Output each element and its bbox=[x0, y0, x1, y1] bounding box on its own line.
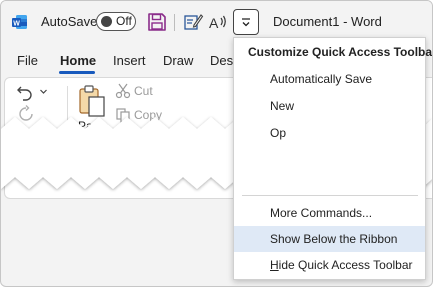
word-window: W AutoSave Off A Document1 - Word File H… bbox=[0, 0, 433, 287]
tab-insert[interactable]: Insert bbox=[113, 53, 146, 68]
autosave-toggle[interactable]: Off bbox=[96, 12, 136, 31]
menu-item-accelerator: H bbox=[270, 258, 279, 272]
tab-home[interactable]: Home bbox=[60, 53, 96, 68]
autosave-label: AutoSave bbox=[41, 14, 98, 29]
menu-item-open[interactable]: Op bbox=[234, 120, 425, 146]
toolbar-separator bbox=[174, 14, 175, 31]
menu-item-show-below-ribbon[interactable]: Show Below the Ribbon bbox=[234, 226, 425, 252]
edit-icon[interactable] bbox=[182, 11, 204, 33]
menu-item-label: Hide Quick Access Toolbar bbox=[270, 258, 413, 272]
autosave-state: Off bbox=[116, 14, 132, 28]
menu-item-label: Automatically Save bbox=[270, 72, 373, 86]
menu-item-label: More Commands... bbox=[270, 206, 373, 220]
document-title: Document1 - Word bbox=[273, 14, 382, 29]
toggle-knob bbox=[101, 16, 112, 27]
menu-item-label: New bbox=[270, 99, 295, 113]
undo-dropdown-chevron-icon[interactable] bbox=[39, 87, 48, 96]
customize-qat-menu: Customize Quick Access Toolbar Automatic… bbox=[233, 37, 432, 280]
svg-text:A: A bbox=[209, 15, 219, 31]
undo-icon[interactable] bbox=[16, 83, 34, 101]
customize-chevron-icon bbox=[242, 18, 250, 27]
menu-header: Customize Quick Access Toolbar bbox=[248, 45, 433, 59]
svg-text:W: W bbox=[13, 20, 20, 27]
menu-item-label: Show Below the Ribbon bbox=[270, 232, 398, 246]
word-logo-icon: W bbox=[12, 15, 27, 29]
tab-file[interactable]: File bbox=[17, 53, 38, 68]
active-tab-indicator bbox=[59, 71, 95, 74]
menu-item-more-commands[interactable]: More Commands... bbox=[234, 200, 425, 226]
menu-item-new[interactable]: New bbox=[234, 93, 425, 119]
menu-item-label-rest: ide Quick Access Toolbar bbox=[278, 258, 413, 272]
menu-item-label: Op bbox=[270, 126, 287, 140]
cut-label: Cut bbox=[134, 84, 153, 98]
save-icon[interactable] bbox=[146, 11, 168, 33]
read-aloud-icon[interactable]: A bbox=[207, 11, 229, 33]
menu-divider bbox=[242, 195, 418, 196]
menu-item-hide-qat[interactable]: Hide Quick Access Toolbar bbox=[234, 252, 425, 278]
menu-item-automatically-save[interactable]: Automatically Save bbox=[234, 66, 425, 92]
cut-icon bbox=[115, 83, 131, 99]
tab-draw[interactable]: Draw bbox=[163, 53, 193, 68]
customize-qat-button[interactable] bbox=[233, 9, 259, 35]
